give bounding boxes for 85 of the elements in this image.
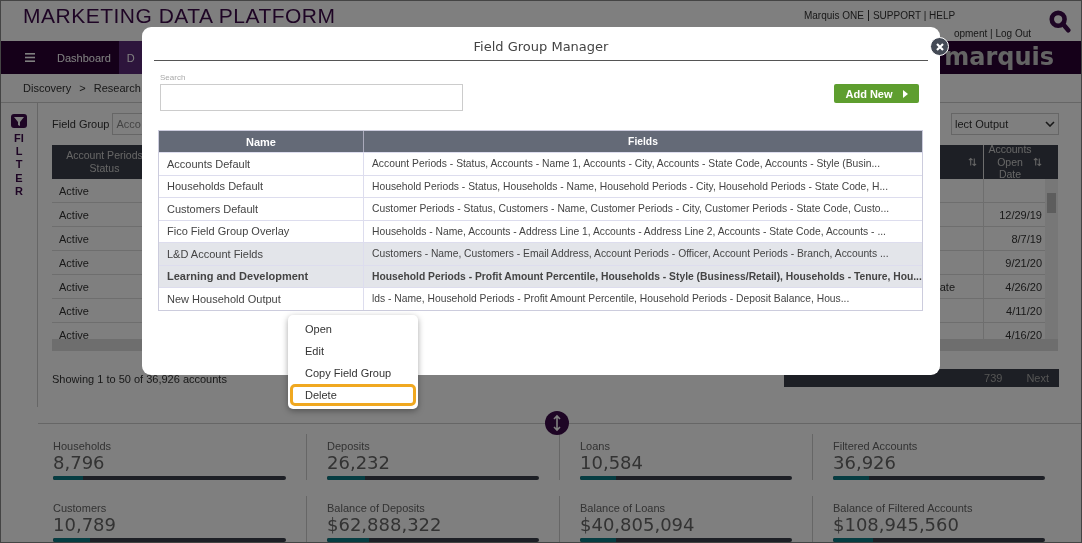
table-cell: 4/16/20 xyxy=(1005,328,1042,339)
menu-item[interactable]: Copy Field Group xyxy=(290,362,416,384)
stat-label: Households xyxy=(53,440,113,452)
menu-item[interactable]: Open xyxy=(290,318,416,340)
table-cell: New Household Output xyxy=(167,292,281,305)
results-summary: Showing 1 to 50 of 36,926 accounts xyxy=(52,373,227,387)
stat-label: Loans xyxy=(580,440,611,452)
table-cell: Household Periods - Status, Households - Name, Household Periods - City, Household Periods - State Code, H... xyxy=(372,180,889,192)
header-link[interactable]: SUPPORT | HELP xyxy=(867,10,960,21)
dialog-title: Field Group Manager xyxy=(154,27,928,61)
stat-value: 26,232 xyxy=(327,452,391,473)
table-cell: Households Default xyxy=(167,180,263,193)
table-cell: Active xyxy=(59,232,89,245)
table-cell: Active xyxy=(59,328,89,339)
sort-icon[interactable] xyxy=(1033,157,1042,167)
stat-label: Customers xyxy=(53,502,108,514)
table-cell: Accounts Default xyxy=(167,157,251,170)
table-cell: Learning and Development xyxy=(167,270,309,283)
table-cell: 4/11/20 xyxy=(1006,304,1042,317)
close-icon xyxy=(934,41,945,52)
stat-value: $40,805,094 xyxy=(580,514,696,535)
nav-tab[interactable]: D xyxy=(118,41,143,74)
menu-item[interactable]: Delete xyxy=(290,384,416,406)
logo: marquis xyxy=(944,42,1055,73)
table-cell: 12/29/19 xyxy=(999,208,1042,221)
sort-icon[interactable] xyxy=(968,157,977,167)
table-cell: 9/21/20 xyxy=(1005,256,1042,269)
table-cell: ate xyxy=(939,280,955,293)
menu-icon[interactable] xyxy=(25,53,35,62)
table-cell: Active xyxy=(59,280,89,293)
add-new-button[interactable]: Add New xyxy=(834,84,919,103)
breadcrumb-link[interactable]: Research xyxy=(93,82,141,94)
table-row[interactable]: Learning and Development Household Periods - Profit Amount Percentile, Households - Style (Business/Retail), Households - Tenure, Hou... xyxy=(159,264,922,287)
table-row[interactable]: Households Default Household Periods - Status, Households - Name, Household Periods - City, Household Periods - State Code, H... xyxy=(159,174,922,197)
breadcrumb-separator: > xyxy=(79,82,86,94)
stat-value: 10,789 xyxy=(53,514,117,535)
table-cell: L&D Account Fields xyxy=(167,247,263,260)
search-icon[interactable] xyxy=(1049,9,1071,35)
table-cell: Active xyxy=(59,184,89,197)
column-header[interactable]: Accounts Open Date xyxy=(987,145,1033,179)
search-label: Search xyxy=(160,73,187,82)
breadcrumb-link[interactable]: Discovery xyxy=(23,82,72,94)
search-field[interactable] xyxy=(160,84,463,111)
field-group-label: Field Group xyxy=(52,118,110,130)
table-cell: Active xyxy=(59,256,89,269)
table-cell: lds - Name, Household Periods - Profit Amount Percentile, Household Periods - Deposit Balance, Hous... xyxy=(372,293,850,305)
filter-label[interactable]: FILTER xyxy=(13,132,25,198)
menu-item[interactable]: Edit xyxy=(290,340,416,362)
nav-tab[interactable]: Dashboard xyxy=(49,41,119,74)
table-cell: Customers Default xyxy=(167,202,259,215)
stat-label: Filtered Accounts xyxy=(833,440,919,452)
table-row[interactable]: New Household Output lds - Name, Household Periods - Profit Amount Percentile, Household Periods - Deposit Balance, Hous... xyxy=(159,287,922,310)
header-link[interactable]: Marquis ONE xyxy=(799,10,868,21)
header-link[interactable]: opment | Log Out xyxy=(949,28,1035,39)
app-title: MARKETING DATA PLATFORM xyxy=(23,4,336,28)
table-cell: Fico Field Group Overlay xyxy=(167,225,290,238)
caret-right-icon xyxy=(902,89,908,98)
chevron-down-icon xyxy=(1045,121,1055,127)
stat-value: 10,584 xyxy=(580,452,644,473)
stat-value: $62,888,322 xyxy=(327,514,443,535)
stat-label: Balance of Filtered Accounts xyxy=(833,502,974,514)
table-row[interactable]: Customers Default Customer Periods - Status, Customers - Name, Customer Periods - City, Customer Periods - State Code, Custo... xyxy=(159,197,922,220)
resize-handle-icon[interactable] xyxy=(545,411,569,435)
table-cell: Active xyxy=(59,208,89,221)
column-header[interactable]: Fields xyxy=(364,131,922,152)
table-cell: Account Periods - Status, Accounts - Name 1, Accounts - City, Accounts - State Code, Accounts - Style (Busin... xyxy=(372,158,881,170)
table-cell: Households - Name, Accounts - Address Line 1, Accounts - Address Line 2, Accounts - State Code, Accounts - ... xyxy=(372,225,886,237)
stat-value: 8,796 xyxy=(53,452,106,473)
stat-label: Balance of Deposits xyxy=(327,502,426,514)
table-cell: Active xyxy=(59,304,89,317)
table-row[interactable]: L&D Account Fields Customers - Name, Customers - Email Address, Account Periods - Officer, Account Periods - Branch, Accounts ... xyxy=(159,242,922,265)
table-row[interactable]: Accounts Default Account Periods - Status, Accounts - Name 1, Accounts - City, Accounts - State Code, Accounts - Style (Busin... xyxy=(159,152,922,175)
stat-value: $108,945,560 xyxy=(833,514,960,535)
vertical-scrollbar[interactable] xyxy=(1045,179,1058,339)
stat-label: Balance of Loans xyxy=(580,502,666,514)
table-cell: Customer Periods - Status, Customers - Name, Customer Periods - City, Customer Periods - State Code, Custo... xyxy=(372,203,890,215)
output-select[interactable]: lect Output xyxy=(951,113,1059,135)
table-cell: 4/26/20 xyxy=(1005,280,1042,293)
filter-icon[interactable] xyxy=(11,114,27,128)
stat-label: Deposits xyxy=(327,440,371,452)
table-cell: Household Periods - Profit Amount Percentile, Households - Style (Business/Retail), Households - Tenure, Hou... xyxy=(372,270,922,282)
stat-value: 36,926 xyxy=(833,452,897,473)
table-cell: 8/7/19 xyxy=(1011,232,1042,245)
table-cell: Customers - Name, Customers - Email Address, Account Periods - Officer, Account Periods - Branch, Accounts ... xyxy=(372,248,889,260)
column-header[interactable]: Name xyxy=(159,131,364,152)
